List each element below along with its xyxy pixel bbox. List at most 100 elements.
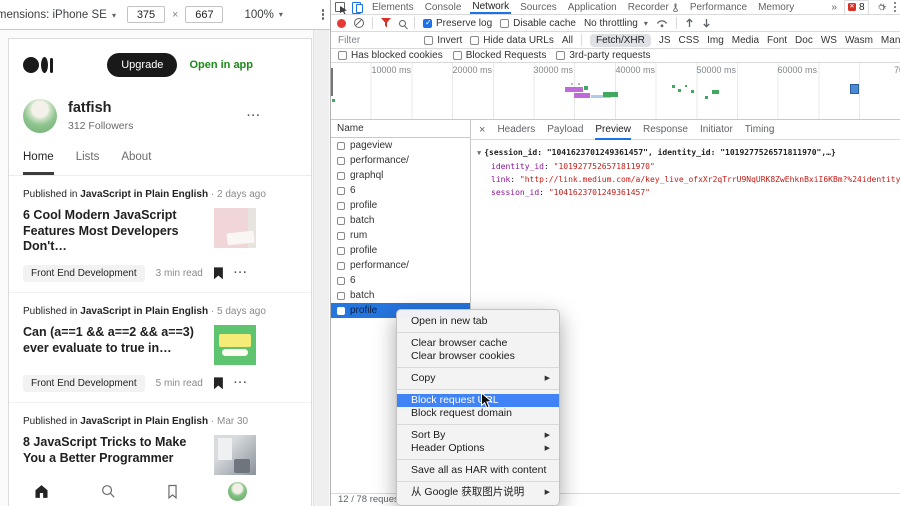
article-thumbnail[interactable] [214, 325, 256, 365]
settings-gear-icon[interactable] [876, 2, 887, 13]
article-more-options-icon[interactable]: ··· [234, 267, 248, 279]
request-row[interactable]: profile [331, 198, 470, 213]
filter-type-wasm[interactable]: Wasm [845, 35, 873, 46]
name-column-header[interactable]: Name [331, 120, 470, 138]
filter-type-doc[interactable]: Doc [795, 35, 813, 46]
filter-icon[interactable] [381, 18, 391, 28]
menu-item-header-options[interactable]: Header Options [397, 442, 559, 455]
request-checkbox[interactable] [337, 157, 345, 165]
bookmark-icon[interactable] [214, 267, 223, 279]
tab-recorder[interactable]: Recorder [626, 0, 681, 14]
more-tabs-icon[interactable]: » [831, 2, 837, 13]
filter-type-manifest[interactable]: Manifest [881, 35, 900, 46]
request-row[interactable]: batch [331, 213, 470, 228]
tab-timing[interactable]: Timing [745, 120, 775, 140]
article-thumbnail[interactable] [214, 435, 256, 475]
profile-avatar[interactable] [23, 99, 57, 133]
menu-item-copy[interactable]: Copy [397, 372, 559, 385]
search-icon[interactable] [100, 483, 117, 500]
filter-type-ws[interactable]: WS [821, 35, 837, 46]
tab-initiator[interactable]: Initiator [700, 120, 733, 140]
export-har-icon[interactable] [702, 18, 711, 28]
import-har-icon[interactable] [685, 18, 694, 28]
upgrade-button[interactable]: Upgrade [107, 53, 177, 77]
inspect-element-icon[interactable] [335, 2, 345, 12]
request-checkbox[interactable] [337, 202, 345, 210]
request-checkbox[interactable] [337, 262, 345, 270]
request-row[interactable]: pageview [331, 138, 470, 153]
search-icon[interactable] [399, 20, 406, 27]
tab-network[interactable]: Network [470, 0, 511, 14]
request-row[interactable]: performance/ [331, 258, 470, 273]
request-row[interactable]: batch [331, 288, 470, 303]
zoom-dropdown[interactable]: 100% ▾ [244, 9, 282, 21]
menu-item-clear-browser-cache[interactable]: Clear browser cache [397, 337, 559, 350]
request-checkbox[interactable] [337, 277, 345, 285]
network-overview-timeline[interactable]: 10000 ms 20000 ms 30000 ms 40000 ms 5000… [331, 63, 900, 120]
filter-input[interactable]: Filter [338, 35, 360, 46]
article-more-options-icon[interactable]: ··· [234, 377, 248, 389]
request-checkbox[interactable] [337, 187, 345, 195]
menu-item-block-request-domain[interactable]: Block request domain [397, 407, 559, 420]
invert-checkbox[interactable]: Invert [424, 35, 462, 46]
article-title[interactable]: Can (a==1 && a==2 && a==3) ever evaluate… [23, 325, 200, 365]
error-badge[interactable]: ✕ 8 [844, 0, 869, 15]
tab-performance[interactable]: Performance [688, 0, 749, 14]
article-tag[interactable]: Front End Development [23, 265, 145, 282]
filter-type-font[interactable]: Font [767, 35, 787, 46]
tab-application[interactable]: Application [566, 0, 619, 14]
request-row[interactable]: performance/ [331, 153, 470, 168]
disclosure-triangle-icon[interactable]: ▼ [477, 149, 481, 157]
menu-item-clear-browser-cookies[interactable]: Clear browser cookies [397, 350, 559, 363]
request-checkbox[interactable] [337, 142, 345, 150]
article-title[interactable]: 6 Cool Modern JavaScript Features Most D… [23, 208, 200, 255]
third-party-requests-checkbox[interactable]: 3rd-party requests [556, 50, 650, 61]
tab-home[interactable]: Home [23, 151, 54, 175]
article-card[interactable]: Published in JavaScript in Plain English… [9, 293, 311, 403]
has-blocked-cookies-checkbox[interactable]: Has blocked cookies [338, 50, 443, 61]
tab-response[interactable]: Response [643, 120, 688, 140]
filter-type-all[interactable]: All [562, 35, 573, 46]
dimensions-dropdown[interactable]: Dimensions: iPhone SE ▾ [0, 9, 116, 21]
tab-memory[interactable]: Memory [756, 0, 796, 14]
bookmark-icon[interactable] [214, 377, 223, 389]
request-checkbox[interactable] [337, 217, 345, 225]
menu-item-sort-by[interactable]: Sort By [397, 429, 559, 442]
json-root-object[interactable]: ▼{session_id: "1041623701249361457", ide… [477, 146, 894, 160]
article-card[interactable]: Published in JavaScript in Plain English… [9, 403, 311, 485]
close-icon[interactable]: × [479, 124, 485, 136]
throttling-dropdown[interactable]: No throttling▾ [584, 18, 648, 29]
preserve-log-checkbox[interactable]: Preserve log [423, 18, 492, 29]
tab-payload[interactable]: Payload [547, 120, 583, 140]
tab-lists[interactable]: Lists [76, 151, 100, 175]
hide-data-urls-checkbox[interactable]: Hide data URLs [470, 35, 554, 46]
filter-type-js[interactable]: JS [659, 35, 671, 46]
device-toolbar-menu-icon[interactable] [322, 9, 325, 20]
tab-headers[interactable]: Headers [497, 120, 535, 140]
menu-item-open-in-new-tab[interactable]: Open in new tab [397, 315, 559, 328]
open-in-app-link[interactable]: Open in app [189, 59, 253, 71]
filter-type-img[interactable]: Img [707, 35, 724, 46]
filter-type-css[interactable]: CSS [679, 35, 700, 46]
profile-nav-avatar[interactable] [228, 482, 247, 501]
article-title[interactable]: 8 JavaScript Tricks to Make You a Better… [23, 435, 200, 475]
request-checkbox[interactable] [337, 292, 345, 300]
request-row[interactable]: 6 [331, 273, 470, 288]
viewport-width-input[interactable] [127, 6, 165, 23]
device-toolbar-toggle-icon[interactable] [352, 2, 363, 13]
medium-logo-icon[interactable] [23, 57, 53, 73]
filter-type-fetch-xhr[interactable]: Fetch/XHR [590, 34, 651, 47]
bookmarks-nav-icon[interactable] [164, 483, 181, 500]
menu-item-block-request-url[interactable]: Block request URL [397, 394, 559, 407]
request-row[interactable]: profile [331, 243, 470, 258]
request-checkbox[interactable] [337, 247, 345, 255]
devtools-menu-icon[interactable] [894, 2, 897, 13]
network-conditions-icon[interactable] [656, 19, 668, 28]
menu-item-save-all-as-har[interactable]: Save all as HAR with content [397, 464, 559, 477]
article-thumbnail[interactable] [214, 208, 256, 248]
menu-item-google-image-descriptions[interactable]: 从 Google 获取图片说明 [397, 486, 559, 499]
tab-about[interactable]: About [121, 151, 151, 175]
article-card[interactable]: Published in JavaScript in Plain English… [9, 176, 311, 293]
page-scrollbar[interactable] [313, 30, 329, 506]
tab-elements[interactable]: Elements [370, 0, 416, 14]
